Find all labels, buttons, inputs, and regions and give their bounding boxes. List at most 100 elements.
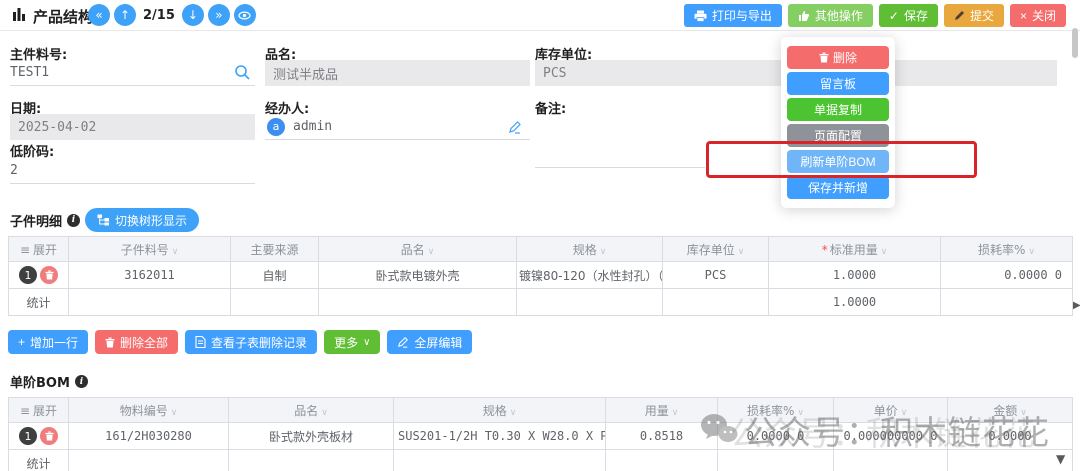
trash-icon bbox=[45, 270, 54, 280]
preview-button[interactable] bbox=[234, 4, 256, 26]
col-expand[interactable]: ≡展开 bbox=[9, 237, 69, 262]
main-part-input[interactable]: TEST1 bbox=[10, 60, 255, 86]
sort-caret-icon: ∨ bbox=[510, 408, 517, 418]
toggle-tree-view-button[interactable]: 切换树形显示 bbox=[85, 208, 199, 232]
cell-loss-rate[interactable]: 0.0000 0 bbox=[941, 262, 1073, 289]
bom-section-title: 单阶BOM i bbox=[10, 372, 88, 391]
row-handle-cell: 1 bbox=[9, 423, 69, 450]
product-structure-icon bbox=[12, 7, 27, 26]
delete-all-button[interactable]: 删除全部 bbox=[95, 330, 178, 354]
vertical-scrollbar-thumb[interactable] bbox=[1072, 28, 1078, 58]
cell-product-name[interactable]: 卧式款电镀外壳 bbox=[319, 262, 517, 289]
next-record-button[interactable]: ↓ bbox=[182, 4, 204, 26]
trash-icon bbox=[819, 52, 829, 63]
h-scroll-hint-icon[interactable]: ▶ bbox=[1073, 300, 1080, 311]
stat-usage-cell: 1.0000 bbox=[769, 289, 941, 316]
col-loss-rate[interactable]: 损耗率%∨ bbox=[718, 398, 834, 423]
last-record-button[interactable]: » bbox=[208, 4, 230, 26]
page-title-wrap: 产品结构 bbox=[12, 6, 93, 27]
col-sub-part-no[interactable]: 子件料号∨ bbox=[69, 237, 231, 262]
low-level-code-input[interactable]: 2 bbox=[10, 158, 255, 184]
close-button[interactable]: × 关闭 bbox=[1010, 4, 1066, 27]
sub-detail-stat-row: 统计 1.0000 bbox=[9, 289, 1073, 316]
cell-usage[interactable]: 0.8518 bbox=[606, 423, 718, 450]
bom-table: ≡展开 物料编号∨ 品名∨ 规格∨ 用量∨ 损耗率%∨ 单价∨ 金额∨ 1 16… bbox=[8, 397, 1073, 471]
printer-icon bbox=[694, 10, 707, 22]
cell-main-source[interactable]: 自制 bbox=[231, 262, 319, 289]
col-product-name[interactable]: 品名∨ bbox=[319, 237, 517, 262]
hamburger-icon: ≡ bbox=[20, 404, 30, 418]
submit-button[interactable]: 提交 bbox=[944, 4, 1004, 27]
cell-std-usage[interactable]: 1.0000 bbox=[769, 262, 941, 289]
menu-copy-doc-button[interactable]: 单据复制 bbox=[787, 98, 889, 121]
sub-detail-section-title: 子件明细 i 切换树形显示 bbox=[10, 208, 199, 232]
first-record-button[interactable]: « bbox=[88, 4, 110, 26]
col-std-usage[interactable]: *标准用量∨ bbox=[769, 237, 941, 262]
sort-caret-icon: ∨ bbox=[428, 247, 435, 257]
menu-message-board-button[interactable]: 留言板 bbox=[787, 72, 889, 95]
save-button[interactable]: ✓ 保存 bbox=[879, 4, 938, 27]
more-button[interactable]: 更多 ∨ bbox=[324, 330, 380, 354]
top-bar: 产品结构 « ↑ 2/15 ↓ » 打印与导出 其他操作 ✓ 保存 bbox=[0, 0, 1080, 31]
delete-row-button[interactable] bbox=[40, 427, 58, 445]
col-expand[interactable]: ≡展开 bbox=[9, 398, 69, 423]
other-operations-button[interactable]: 其他操作 bbox=[788, 4, 873, 27]
col-spec[interactable]: 规格∨ bbox=[394, 398, 606, 423]
close-icon: × bbox=[1020, 9, 1027, 23]
header-actions: 打印与导出 其他操作 ✓ 保存 提交 × 关闭 bbox=[684, 4, 1066, 27]
edit-pencil-icon[interactable] bbox=[508, 120, 522, 138]
menu-delete-button[interactable]: 删除 bbox=[787, 46, 889, 69]
more-actions-menu: 删除 留言板 单据复制 页面配置 刷新单阶BOM 保存并新增 bbox=[781, 37, 895, 208]
remark-field[interactable] bbox=[535, 114, 705, 168]
col-loss-rate[interactable]: 损耗率%∨ bbox=[941, 237, 1073, 262]
stat-label-cell: 统计 bbox=[9, 450, 69, 471]
plus-icon: + bbox=[18, 335, 25, 349]
col-amount[interactable]: 金额∨ bbox=[948, 398, 1073, 423]
thumb-up-icon bbox=[798, 10, 810, 22]
sort-caret-icon: ∨ bbox=[171, 408, 178, 418]
cell-material-no[interactable]: 161/2H030280 bbox=[69, 423, 229, 450]
cell-sub-part-no[interactable]: 3162011 bbox=[69, 262, 231, 289]
sort-caret-icon: ∨ bbox=[1020, 408, 1027, 418]
cell-unit-price[interactable]: 0.000000000 0 bbox=[834, 423, 948, 450]
col-product-name[interactable]: 品名∨ bbox=[229, 398, 394, 423]
row-handle-cell: 1 bbox=[9, 262, 69, 289]
col-main-source[interactable]: 主要来源 bbox=[231, 237, 319, 262]
menu-refresh-bom-button[interactable]: 刷新单阶BOM bbox=[787, 150, 889, 173]
cell-product-name[interactable]: 卧式款外壳板材 bbox=[229, 423, 394, 450]
delete-row-button[interactable] bbox=[40, 266, 58, 284]
col-material-no[interactable]: 物料编号∨ bbox=[69, 398, 229, 423]
handler-avatar: a bbox=[267, 118, 285, 136]
sort-caret-icon: ∨ bbox=[1028, 247, 1035, 257]
scroll-down-hint-icon[interactable]: ▼ bbox=[1056, 452, 1065, 466]
cell-spec[interactable]: 镀镍80-120（水性封孔）（带弹片 bbox=[517, 262, 663, 289]
cell-stock-unit[interactable]: PCS bbox=[663, 262, 769, 289]
search-icon[interactable] bbox=[234, 64, 251, 85]
record-counter: 2/15 bbox=[143, 8, 175, 23]
record-navigator: « ↑ 2/15 ↓ » bbox=[88, 4, 256, 26]
bom-header-row: ≡展开 物料编号∨ 品名∨ 规格∨ 用量∨ 损耗率%∨ 单价∨ 金额∨ bbox=[9, 398, 1073, 423]
sub-detail-row: 1 3162011 自制 卧式款电镀外壳 镀镍80-120（水性封孔）（带弹片 … bbox=[9, 262, 1073, 289]
add-row-button[interactable]: + 增加一行 bbox=[8, 330, 88, 354]
bom-row: 1 161/2H030280 卧式款外壳板材 SUS201-1/2H T0.30… bbox=[9, 423, 1073, 450]
col-spec[interactable]: 规格∨ bbox=[517, 237, 663, 262]
page-title: 产品结构 bbox=[33, 6, 93, 27]
col-unit-price[interactable]: 单价∨ bbox=[834, 398, 948, 423]
col-usage[interactable]: 用量∨ bbox=[606, 398, 718, 423]
cell-amount[interactable]: 0.0000 bbox=[948, 423, 1073, 450]
handler-field[interactable]: a admin bbox=[265, 114, 530, 140]
stat-label-cell: 统计 bbox=[9, 289, 69, 316]
menu-save-and-new-button[interactable]: 保存并新增 bbox=[787, 176, 889, 199]
trash-icon bbox=[105, 337, 115, 348]
print-export-button[interactable]: 打印与导出 bbox=[684, 4, 782, 27]
prev-record-button[interactable]: ↑ bbox=[114, 4, 136, 26]
menu-page-config-button[interactable]: 页面配置 bbox=[787, 124, 889, 147]
view-deleted-records-button[interactable]: 查看子表删除记录 bbox=[185, 330, 317, 354]
cell-spec[interactable]: SUS201-1/2H T0.30 X W28.0 X P13.0 mm bbox=[394, 423, 606, 450]
cell-loss-rate[interactable]: 0.0000 0 bbox=[718, 423, 834, 450]
fullscreen-edit-button[interactable]: 全屏编辑 bbox=[387, 330, 472, 354]
sub-detail-table: ≡展开 子件料号∨ 主要来源 品名∨ 规格∨ 库存单位∨ *标准用量∨ 损耗率%… bbox=[8, 236, 1073, 316]
sub-detail-toolbar: + 增加一行 删除全部 查看子表删除记录 更多 ∨ 全屏编辑 bbox=[8, 330, 472, 354]
col-stock-unit[interactable]: 库存单位∨ bbox=[663, 237, 769, 262]
info-icon: i bbox=[67, 214, 80, 227]
